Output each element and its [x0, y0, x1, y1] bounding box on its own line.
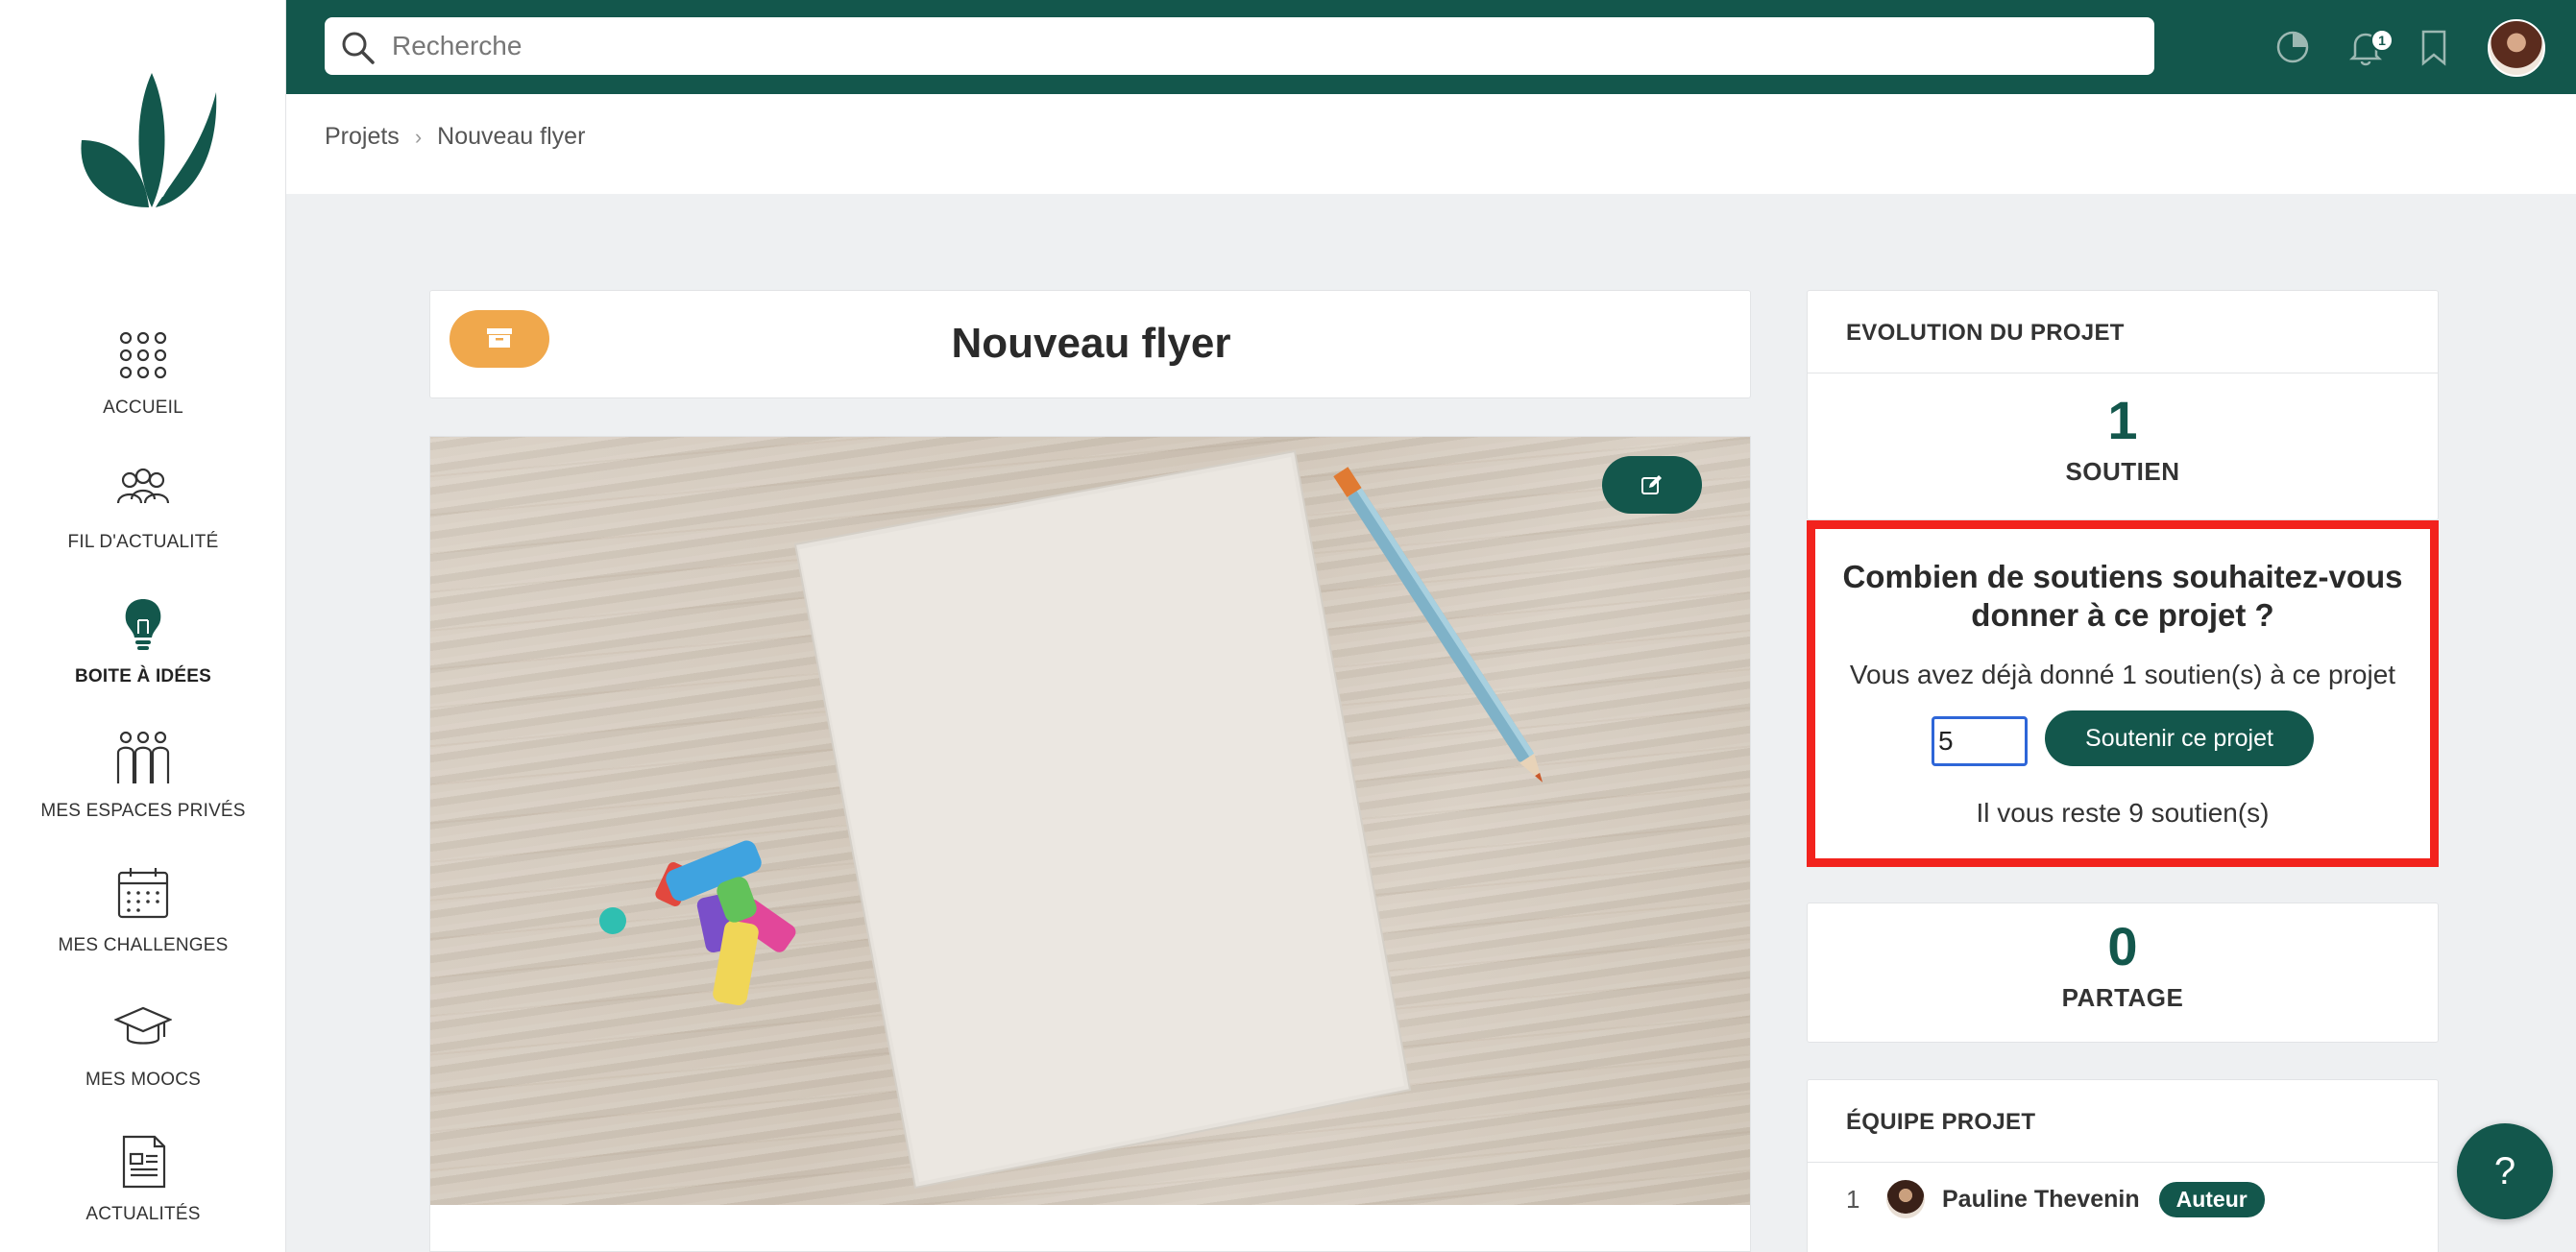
shares-panel: 0 PARTAGE — [1807, 903, 2439, 1043]
support-remaining-text: Il vous reste 9 soutien(s) — [1976, 798, 2270, 828]
breadcrumb-projets-link[interactable]: Projets — [325, 123, 400, 151]
sidebar-item-boite-a-idees[interactable]: BOITE À IDÉES — [0, 595, 286, 687]
sidebar-item-label: MES CHALLENGES — [58, 935, 229, 955]
project-image-card — [429, 436, 1751, 1252]
sidebar-item-label: BOITE À IDÉES — [75, 666, 211, 686]
team-member-avatar — [1886, 1180, 1925, 1218]
sidebar-item-actualites[interactable]: ACTUALITÉS — [0, 1133, 286, 1225]
grid-dots-icon — [119, 331, 167, 379]
newspaper-icon — [122, 1135, 166, 1189]
breadcrumb-current: Nouveau flyer — [437, 123, 586, 150]
sidebar-item-fil-actualite[interactable]: FIL D'ACTUALITÉ — [0, 461, 286, 553]
lightbulb-icon — [125, 599, 161, 650]
analytics-icon[interactable] — [2271, 25, 2315, 69]
sidebar-item-moocs[interactable]: MES MOOCS — [0, 999, 286, 1091]
sidebar-item-accueil[interactable]: ACCUEIL — [0, 326, 286, 419]
edit-icon — [1641, 475, 1662, 494]
bookmark-icon[interactable] — [2412, 25, 2456, 69]
breadcrumb-bar: Projets › Nouveau flyer — [286, 94, 2576, 194]
team-member-name[interactable]: Pauline Thevenin — [1942, 1186, 2140, 1214]
supports-count: 1 — [2107, 390, 2138, 450]
shares-count: 0 — [2107, 916, 2138, 976]
chevron-right-icon: › — [414, 124, 423, 149]
sidebar-item-label: ACCUEIL — [103, 397, 183, 418]
team-heading: ÉQUIPE PROJET — [1808, 1080, 2438, 1163]
support-question: Combien de soutiens souhaitez-vous donne… — [1842, 559, 2403, 633]
user-avatar[interactable] — [2488, 19, 2545, 77]
search-icon — [342, 32, 375, 64]
shares-label: PARTAGE — [2061, 983, 2184, 1012]
sidebar-item-label: FIL D'ACTUALITÉ — [67, 532, 219, 552]
evolution-panel: EVOLUTION DU PROJET 1 SOUTIEN — [1807, 290, 2439, 520]
sidebar-item-label: ACTUALITÉS — [85, 1204, 201, 1224]
pencil-illustration — [1333, 467, 1543, 782]
search-bar[interactable] — [325, 17, 2154, 75]
top-bar — [286, 0, 2576, 94]
help-button[interactable]: ? — [2457, 1123, 2553, 1219]
community-icon — [116, 468, 170, 504]
support-amount-input[interactable] — [1932, 716, 2028, 766]
project-title-card: Nouveau flyer — [429, 290, 1751, 398]
graduation-cap-icon — [114, 1006, 172, 1045]
project-image — [430, 437, 1750, 1205]
support-project-button[interactable]: Soutenir ce projet — [2045, 710, 2314, 766]
notification-badge: 1 — [2370, 29, 2394, 52]
sidebar-item-espaces-prives[interactable]: MES ESPACES PRIVÉS — [0, 730, 286, 822]
chalk-pieces-illustration — [599, 840, 796, 1006]
breadcrumb: Projets › Nouveau flyer — [325, 123, 585, 151]
team-role-badge: Auteur — [2158, 1181, 2265, 1217]
page-title: Nouveau flyer — [951, 320, 1231, 367]
sidebar-item-label: MES MOOCS — [85, 1070, 202, 1090]
search-input[interactable] — [392, 17, 2140, 75]
supports-label: SOUTIEN — [2065, 457, 2180, 486]
support-given-text: Vous avez déjà donné 1 soutien(s) à ce p… — [1849, 660, 2396, 689]
group-icon — [116, 731, 170, 783]
sidebar-item-label: MES ESPACES PRIVÉS — [40, 801, 246, 821]
sidebar: ACCUEIL FIL D'ACTUALITÉ BOITE À IDÉES ME… — [0, 0, 286, 1252]
team-member-index: 1 — [1846, 1184, 1860, 1214]
sidebar-item-challenges[interactable]: MES CHALLENGES — [0, 864, 286, 956]
team-member-row[interactable]: 1 Pauline Thevenin Auteur — [1846, 1180, 2265, 1218]
brand-logo[interactable] — [77, 73, 221, 212]
calendar-icon — [117, 868, 169, 919]
support-form: Combien de soutiens souhaitez-vous donne… — [1807, 520, 2439, 867]
evolution-heading: EVOLUTION DU PROJET — [1808, 291, 2438, 373]
team-panel: ÉQUIPE PROJET 1 Pauline Thevenin Auteur — [1807, 1079, 2439, 1252]
image-scene — [599, 449, 1543, 1190]
edit-image-button[interactable] — [1602, 456, 1702, 514]
